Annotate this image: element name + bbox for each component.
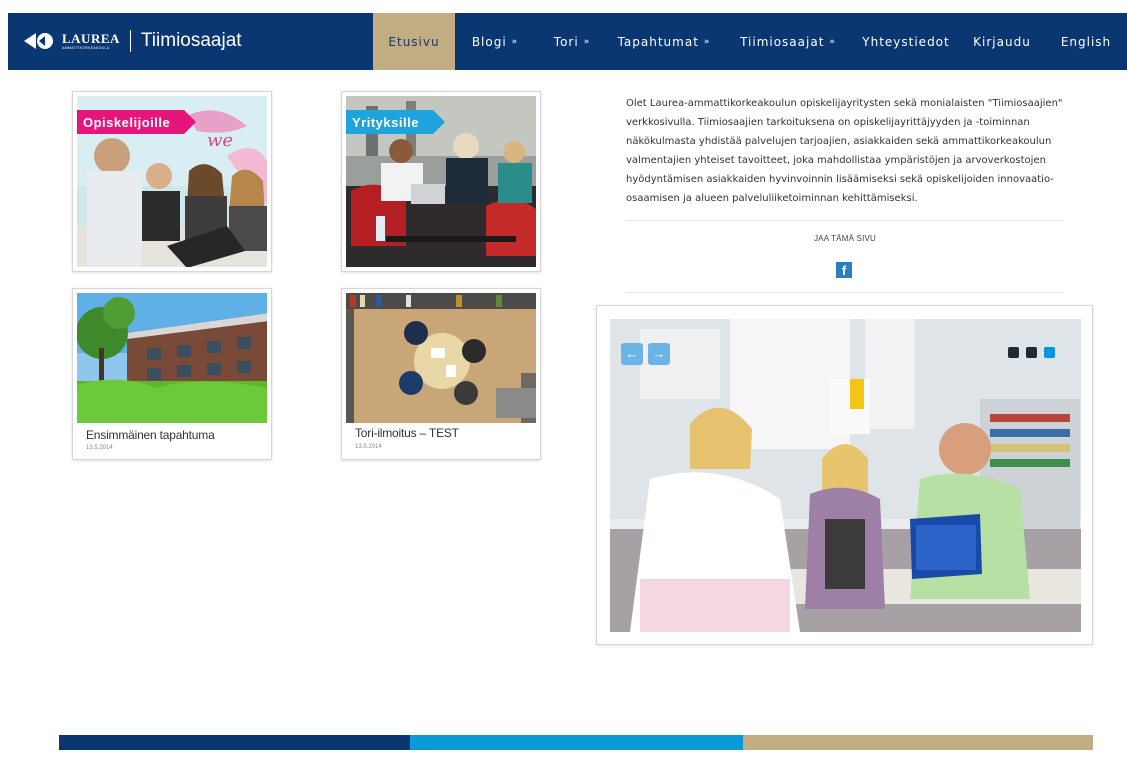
nav-label: Kirjaudu: [973, 34, 1031, 49]
nav-item-tapahtumat[interactable]: Tapahtumat »: [608, 13, 720, 70]
chevron-down-icon: »: [511, 36, 519, 47]
share-label: JAA TÄMÄ SIVU: [813, 234, 877, 243]
logo-wordmark: LAUREA AMMATTIKORKEAKOULU: [62, 32, 120, 51]
svg-text:we: we: [207, 130, 233, 151]
post-photo-image: [77, 293, 267, 423]
site-name[interactable]: Tiimiosaajat: [141, 30, 242, 52]
nav-label: Tori: [553, 34, 579, 49]
nav-label: Yhteystiedot: [862, 34, 950, 49]
logo-text: LAUREA: [62, 30, 120, 46]
nav-label: English: [1060, 34, 1112, 49]
ribbon-label: Yrityksille: [352, 114, 419, 130]
slide-photo: ← →: [610, 319, 1081, 632]
nav-item-yhteystiedot[interactable]: Yhteystiedot: [856, 13, 956, 70]
post-photo-image: [346, 293, 536, 423]
laurea-logo[interactable]: LAUREA AMMATTIKORKEAKOULU Tiimiosaajat: [22, 26, 242, 56]
divider: [626, 220, 1064, 221]
nav-label: Etusivu: [388, 34, 440, 49]
laurea-logo-icon: [24, 33, 53, 49]
post-title[interactable]: Tori-ilmoitus – TEST: [355, 426, 459, 440]
slide-photo-image: [610, 319, 1081, 632]
logo-subtext: AMMATTIKORKEAKOULU: [62, 45, 110, 50]
slider-dot[interactable]: [1026, 347, 1037, 358]
nav-item-tiimiosaajat[interactable]: Tiimiosaajat »: [726, 13, 850, 70]
logo-divider: [129, 30, 131, 52]
chevron-down-icon: »: [703, 36, 711, 47]
ribbon-label: Opiskelijoille: [83, 114, 171, 130]
students-ribbon: Opiskelijoille: [77, 110, 197, 134]
nav-item-kirjaudu[interactable]: Kirjaudu: [966, 13, 1038, 70]
nav-item-blogi[interactable]: Blogi »: [457, 13, 533, 70]
image-slider: ← →: [596, 305, 1093, 645]
nav-item-english[interactable]: English: [1050, 13, 1122, 70]
slider-dot[interactable]: [1008, 347, 1019, 358]
intro-text: Olet Laurea-ammattikorkeakoulun opiskeli…: [626, 98, 1063, 204]
nav-label: Tapahtumat: [617, 34, 699, 49]
top-navigation-bar: LAUREA AMMATTIKORKEAKOULU Tiimiosaajat E…: [8, 13, 1127, 70]
companies-photo: Yrityksille: [346, 96, 536, 267]
slider-pagination: [1001, 347, 1055, 358]
companies-tile[interactable]: Yrityksille: [341, 91, 541, 272]
nav-label: Blogi: [471, 34, 507, 49]
footer-bar-gold: [743, 735, 1093, 750]
students-photo: we Opiskelijoille: [77, 96, 267, 267]
divider: [626, 292, 1064, 293]
post-date: 13.5.2014: [355, 444, 382, 450]
slider-prev-arrow-icon[interactable]: ←: [621, 343, 643, 365]
slider-next-arrow-icon[interactable]: →: [648, 343, 670, 365]
post-date: 13.5.2014: [86, 445, 113, 451]
nav-item-tori[interactable]: Tori »: [538, 13, 606, 70]
post-card[interactable]: Tori-ilmoitus – TEST 13.5.2014: [341, 288, 541, 460]
nav-item-etusivu[interactable]: Etusivu: [373, 13, 455, 70]
footer-bar-navy: [59, 735, 410, 750]
facebook-icon[interactable]: f: [836, 262, 852, 278]
companies-ribbon: Yrityksille: [346, 110, 445, 134]
chevron-down-icon: »: [829, 36, 836, 47]
post-title[interactable]: Ensimmäinen tapahtuma: [86, 428, 215, 442]
post-photo: [77, 293, 267, 423]
nav-label: Tiimiosaajat: [740, 34, 825, 49]
footer-bar-blue: [410, 735, 743, 750]
post-photo: [346, 293, 536, 423]
students-tile[interactable]: we Opiskelijoille: [72, 91, 272, 272]
slider-dot-active[interactable]: [1044, 347, 1055, 358]
post-card[interactable]: Ensimmäinen tapahtuma 13.5.2014: [72, 288, 272, 460]
chevron-down-icon: »: [583, 36, 591, 47]
